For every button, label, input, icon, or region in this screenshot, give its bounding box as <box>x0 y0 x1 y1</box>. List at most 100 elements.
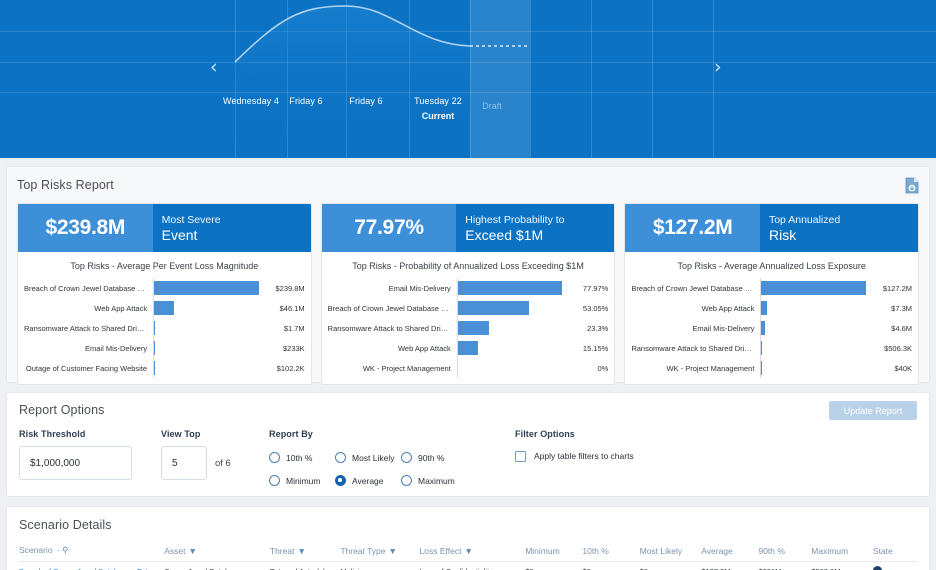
search-icon[interactable]: · ⚲ <box>55 545 68 555</box>
bar-row: Email Mis-Delivery 77.97% <box>328 278 608 298</box>
risk-threshold-input[interactable]: $1,000,000 <box>19 446 132 480</box>
bar-track <box>760 338 866 358</box>
kpi-value: $127.2M <box>625 204 760 252</box>
column-header-average[interactable]: Average <box>701 545 759 562</box>
bar-value: $7.3M <box>891 303 913 313</box>
timeline-tick[interactable]: Friday 6 <box>289 96 322 111</box>
bar-value: $102.2K <box>276 363 305 373</box>
bar-track <box>153 358 259 378</box>
column-header-10th-pct[interactable]: 10th % <box>582 545 640 562</box>
bar-row: Ransomware Attack to Shared Drives 23.3% <box>327 318 608 338</box>
timeline-prev-button[interactable]: ‹ <box>210 58 218 77</box>
filter-icon[interactable]: ▼ <box>297 546 305 556</box>
bar-chart: Breach of Crown Jewel Database - Exte...… <box>625 278 918 384</box>
column-header-90th-pct[interactable]: 90th % <box>758 545 812 562</box>
radio-average[interactable]: Average <box>335 469 401 492</box>
bar-row: Breach of Crown Jewel Database - Exte...… <box>328 298 608 318</box>
filter-icon[interactable]: ▼ <box>464 546 472 556</box>
kpi-value: $239.8M <box>18 204 153 252</box>
apply-table-filters-label: Apply table filters to charts <box>534 451 634 461</box>
radio-90th-pct[interactable]: 90th % <box>401 446 467 469</box>
radio-10th-pct[interactable]: 10th % <box>269 446 335 469</box>
view-top-input[interactable]: 5 <box>161 446 207 480</box>
kpi-header: 77.97% Highest Probability to Exceed $1M <box>321 204 615 252</box>
apply-table-filters-checkbox-row[interactable]: Apply table filters to charts <box>515 446 634 466</box>
radio-icon <box>269 475 280 486</box>
cell-10th-pct: $0 <box>582 562 639 570</box>
column-header-scenario[interactable]: Scenario · ⚲ <box>19 545 165 562</box>
report-by-radio-group: 10th % Most Likely 90th % Minimum Averag… <box>269 446 469 492</box>
filter-options-field: Filter Options Apply table filters to ch… <box>515 429 634 492</box>
kpi-card-top-annualized-risk: $127.2M Top Annualized Risk Top Risks - … <box>624 203 920 385</box>
cell-scenario[interactable]: Breach of Crown Jewel Database - Externa… <box>19 562 164 570</box>
timeline-tick-date: Wednesday 4 <box>223 96 279 106</box>
timeline-tick-current[interactable]: Tuesday 22 Current <box>414 96 462 121</box>
cell-maximum: $568.9M <box>811 562 873 570</box>
bar-category: WK - Project Management <box>362 363 451 373</box>
kpi-header: $127.2M Top Annualized Risk <box>625 204 919 252</box>
timeline-tick[interactable]: Friday 6 <box>349 96 382 111</box>
kpi-label-line1: Highest Probability to <box>465 213 565 226</box>
column-header-most-likely[interactable]: Most Likely <box>639 545 702 562</box>
kpi-label-line2: Exceed $1M <box>465 226 544 243</box>
update-report-button[interactable]: Update Report <box>829 401 917 420</box>
column-header-threat[interactable]: Threat ▼ <box>269 545 341 562</box>
bar-track <box>456 358 563 378</box>
bar-track <box>456 338 563 358</box>
radio-maximum[interactable]: Maximum <box>401 469 467 492</box>
radio-icon <box>335 452 346 463</box>
bar-category: Ransomware Attack to Shared Drives <box>327 323 453 333</box>
radio-minimum[interactable]: Minimum <box>269 469 335 492</box>
cell-threat: External Actor(s) <box>270 562 340 570</box>
column-label: Threat <box>269 545 295 556</box>
view-top-field: View Top 5 of 6 <box>161 429 249 492</box>
bar-track <box>760 358 866 378</box>
cell-90th-pct: $201M <box>758 562 811 570</box>
column-label: Threat Type <box>340 545 386 556</box>
kpi-label: Top Annualized Risk <box>759 204 919 252</box>
radio-icon <box>401 452 412 463</box>
column-header-minimum[interactable]: Minimum <box>525 545 583 562</box>
kpi-label-line2: Event <box>161 226 198 243</box>
timeline-tick-labels: Wednesday 4 Friday 6 Friday 6 Tuesday 22… <box>0 96 936 136</box>
kpi-card-highest-probability: 77.97% Highest Probability to Exceed $1M… <box>320 203 616 385</box>
column-header-state[interactable]: State <box>872 545 917 562</box>
risk-threshold-field: Risk Threshold $1,000,000 <box>19 429 144 492</box>
checkbox-icon <box>515 450 526 462</box>
kpi-header: $239.8M Most Severe Event <box>18 204 311 252</box>
bar-value: $46.1M <box>279 303 305 313</box>
bar-category: Web App Attack <box>701 303 755 313</box>
report-options-fields: Risk Threshold $1,000,000 View Top 5 of … <box>19 429 917 492</box>
bar-row: Breach of Crown Jewel Database - Exte...… <box>24 278 305 298</box>
bar-value: $40K <box>894 363 913 373</box>
timeline-next-button[interactable]: › <box>714 58 722 77</box>
bar-value: $127.2M <box>882 283 913 293</box>
report-by-field: Report By 10th % Most Likely 90th % Mini… <box>269 429 469 492</box>
radio-label: 10th % <box>286 452 313 463</box>
column-header-maximum[interactable]: Maximum <box>811 545 873 562</box>
column-header-loss-effect[interactable]: Loss Effect ▼ <box>419 545 526 562</box>
bar-track <box>456 278 563 298</box>
filter-icon[interactable]: ▼ <box>389 546 397 556</box>
cell-threat-type: Malicious <box>340 562 419 570</box>
cell-minimum: $0 <box>525 562 582 570</box>
table-row[interactable]: Breach of Crown Jewel Database - Externa… <box>19 562 917 570</box>
radio-label: 90th % <box>418 452 445 463</box>
column-header-threat-type[interactable]: Threat Type ▼ <box>340 545 420 562</box>
cell-most-likely: $0 <box>640 562 702 570</box>
download-document-icon[interactable] <box>905 177 919 194</box>
filter-icon[interactable]: ▼ <box>189 546 197 556</box>
timeline-tick[interactable]: Wednesday 4 <box>223 96 279 111</box>
bar-value: $4.6M <box>891 323 913 333</box>
page-title: Top Risks Report <box>17 178 114 192</box>
timeline-tick-draft[interactable]: Draft <box>482 96 502 111</box>
scenario-details-title: Scenario Details <box>19 518 112 532</box>
radio-most-likely[interactable]: Most Likely <box>335 446 401 469</box>
kpi-label-line1: Top Annualized <box>768 213 841 226</box>
bar-value: 15.15% <box>582 343 609 353</box>
radio-label: Minimum <box>286 475 321 486</box>
bar-category: Email Mis-Delivery <box>85 343 148 353</box>
column-header-asset[interactable]: Asset ▼ <box>164 545 270 562</box>
chart-title: Top Risks - Probability of Annualized Lo… <box>352 261 584 271</box>
cell-state <box>872 562 917 570</box>
